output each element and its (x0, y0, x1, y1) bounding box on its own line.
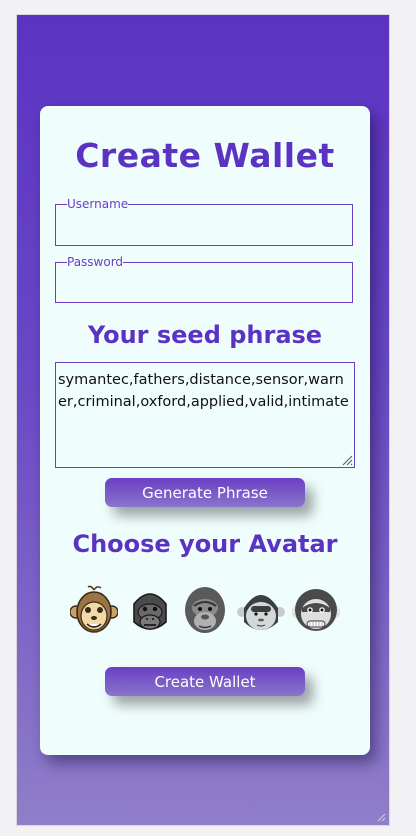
avatar-option-gorilla-gray[interactable] (181, 584, 229, 636)
ape-icon (291, 589, 341, 631)
generate-phrase-button[interactable]: Generate Phrase (105, 478, 305, 507)
password-field: Password (55, 256, 353, 303)
password-label: Password (67, 255, 124, 269)
avatar-option-ape[interactable] (291, 584, 341, 636)
seed-phrase-textarea[interactable]: symantec,fathers,distance,sensor,warner,… (55, 362, 355, 468)
avatar-option-monkey[interactable] (69, 584, 119, 636)
username-field: Username (55, 198, 353, 246)
seed-phrase-heading: Your seed phrase (87, 321, 323, 349)
seed-phrase-text: symantec,fathers,distance,sensor,warner,… (58, 372, 349, 410)
avatar-option-gorilla-silver[interactable] (236, 584, 285, 636)
choose-avatar-heading: Choose your Avatar (72, 530, 338, 558)
gorilla-gray-icon (185, 587, 225, 633)
app-frame: Create Wallet Username Password Your see… (16, 14, 390, 826)
resize-grip-icon[interactable] (341, 454, 353, 466)
gorilla-icon (132, 593, 167, 630)
password-input[interactable] (62, 268, 350, 298)
username-input[interactable] (62, 210, 350, 240)
page-title: Create Wallet (75, 136, 335, 175)
create-wallet-card: Create Wallet Username Password Your see… (40, 106, 370, 755)
create-wallet-button[interactable]: Create Wallet (105, 667, 305, 696)
window-resize-icon[interactable] (376, 812, 386, 822)
username-label: Username (67, 197, 129, 211)
monkey-icon (69, 585, 119, 633)
avatar-picker (69, 584, 341, 640)
gorilla-silver-icon (236, 595, 285, 630)
avatar-option-gorilla[interactable] (126, 584, 174, 636)
